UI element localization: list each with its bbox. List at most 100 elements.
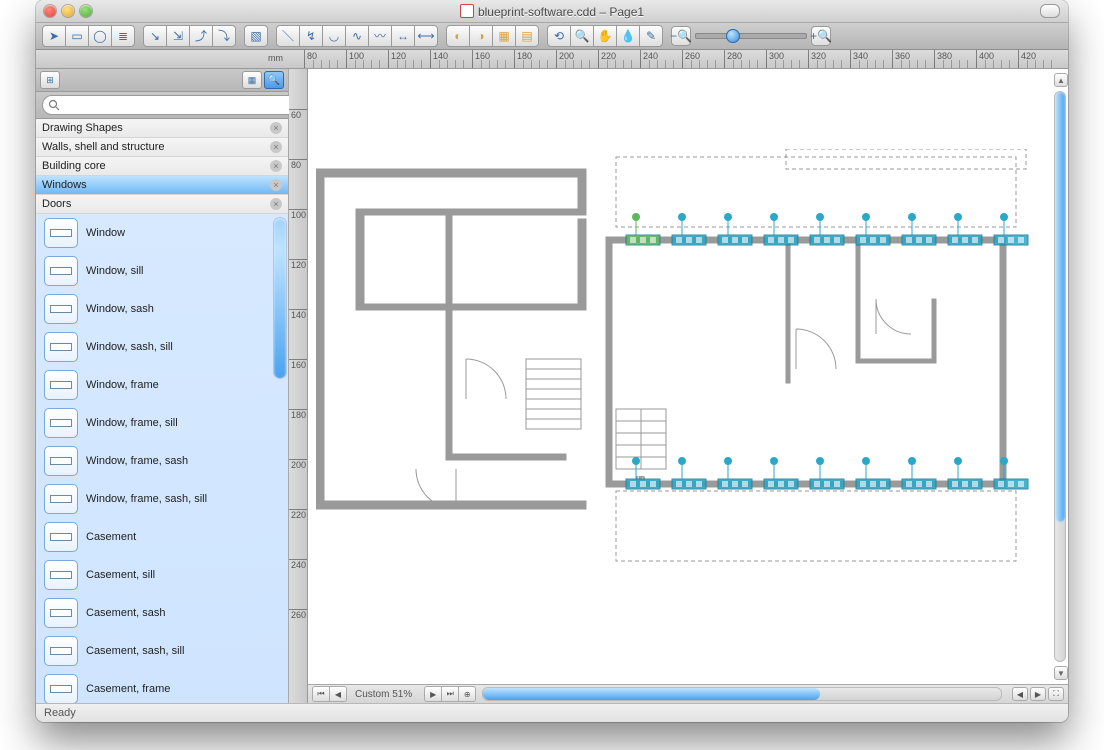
toolbar-toggle-button[interactable] (1040, 4, 1060, 18)
window-shape-icon (44, 636, 78, 666)
add-page-button[interactable]: ⊕ (458, 686, 476, 702)
canvas-hscroll-thumb[interactable] (483, 688, 820, 700)
zoom-level-label[interactable]: Custom 51% (355, 689, 412, 700)
library-search-button[interactable]: 🔍 (264, 71, 284, 89)
rotate-tool-2[interactable]: ◑ (469, 25, 493, 47)
eyedropper-tool[interactable]: 💧 (616, 25, 640, 47)
category-label: Drawing Shapes (42, 122, 123, 134)
library-item[interactable]: Window, sash, sill (36, 328, 288, 366)
library-panel: ⊞ ▦ 🔍 Drawing Shapes×Walls, shell and st… (36, 69, 289, 703)
window-shape-icon (44, 484, 78, 514)
window-title: blueprint-software.cdd – Page1 (36, 4, 1068, 19)
close-window-button[interactable] (44, 5, 56, 17)
connector-tool-1[interactable]: ↘ (143, 25, 167, 47)
library-item-label: Window, frame (86, 379, 280, 391)
drawing-canvas[interactable]: up ▲ ▼ (308, 69, 1068, 684)
canvas-horizontal-scrollbar[interactable] (482, 687, 1002, 701)
category-windows[interactable]: Windows× (36, 176, 288, 195)
library-item[interactable]: Casement (36, 518, 288, 556)
line-tool[interactable]: ＼ (276, 25, 300, 47)
category-close-icon[interactable]: × (270, 198, 282, 210)
ungroup-tool[interactable]: ▤ (515, 25, 539, 47)
scroll-left-button[interactable]: ◀ (1012, 687, 1028, 701)
group-tool[interactable]: ▦ (492, 25, 516, 47)
pan-tool[interactable]: ✋ (593, 25, 617, 47)
canvas-footer: ⏮ ◀ Custom 51% ▶ ⏭ ⊕ ◀ ▶ ⛶ (308, 684, 1068, 703)
scroll-right-button[interactable]: ▶ (1030, 687, 1046, 701)
page-nav: ⏮ ◀ (308, 686, 347, 702)
category-close-icon[interactable]: × (270, 179, 282, 191)
library-categories: Drawing Shapes×Walls, shell and structur… (36, 119, 288, 214)
ellipse-tool[interactable]: ◯ (88, 25, 112, 47)
library-item[interactable]: Casement, frame (36, 670, 288, 703)
library-item[interactable]: Window, sill (36, 252, 288, 290)
library-item[interactable]: Casement, sash (36, 594, 288, 632)
canvas-area: up ▲ ▼ ⏮ ◀ (308, 69, 1068, 703)
library-item-label: Window, frame, sash, sill (86, 493, 280, 505)
zoom-in-button[interactable]: +🔍 (811, 26, 831, 46)
library-item-label: Window, frame, sash (86, 455, 280, 467)
category-close-icon[interactable]: × (270, 122, 282, 134)
curve-tool[interactable]: ∿ (345, 25, 369, 47)
library-item-label: Window, sash (86, 303, 280, 315)
category-doors[interactable]: Doors× (36, 195, 288, 214)
library-item-label: Casement (86, 531, 280, 543)
library-item[interactable]: Window, frame, sill (36, 404, 288, 442)
zoom-slider[interactable]: −🔍 +🔍 (671, 26, 831, 46)
pointer-tool[interactable]: ➤ (42, 25, 66, 47)
first-page-button[interactable]: ⏮ (312, 686, 330, 702)
library-scroll-thumb[interactable] (274, 218, 286, 378)
floor-plan[interactable]: up (316, 149, 1036, 589)
crop-tool[interactable]: ✎ (639, 25, 663, 47)
category-close-icon[interactable]: × (270, 160, 282, 172)
refresh-tool[interactable]: ⟲ (547, 25, 571, 47)
fill-tool[interactable]: ▧ (244, 25, 268, 47)
canvas-vscroll-thumb[interactable] (1055, 92, 1065, 522)
category-close-icon[interactable]: × (270, 141, 282, 153)
zoom-out-button[interactable]: −🔍 (671, 26, 691, 46)
connector-tool-3[interactable]: ⤴ (189, 25, 213, 47)
library-item[interactable]: Window, frame (36, 366, 288, 404)
workspace: ⊞ ▦ 🔍 Drawing Shapes×Walls, shell and st… (36, 69, 1068, 703)
library-item[interactable]: Window, sash (36, 290, 288, 328)
category-building-core[interactable]: Building core× (36, 157, 288, 176)
document-icon (460, 4, 474, 18)
category-drawing-shapes[interactable]: Drawing Shapes × (36, 119, 288, 138)
rectangle-tool[interactable]: ▭ (65, 25, 89, 47)
measure-tool[interactable]: ⟷ (414, 25, 438, 47)
library-tree-view-button[interactable]: ⊞ (40, 71, 60, 89)
fit-page-button[interactable]: ⛶ (1048, 687, 1064, 701)
zoom-window-button[interactable] (80, 5, 92, 17)
window-shape-icon (44, 218, 78, 248)
library-item[interactable]: Casement, sill (36, 556, 288, 594)
freehand-tool[interactable]: 〰 (368, 25, 392, 47)
connector-tool-2[interactable]: ⇲ (166, 25, 190, 47)
zoom-track[interactable] (695, 33, 807, 39)
horizontal-ruler: mm 8010012014016018020022024026028030032… (36, 50, 1068, 69)
scroll-down-button[interactable]: ▼ (1054, 666, 1068, 680)
library-item[interactable]: Window, frame, sash, sill (36, 480, 288, 518)
next-page-button[interactable]: ▶ (424, 686, 442, 702)
prev-page-button[interactable]: ◀ (329, 686, 347, 702)
rotate-tool-1[interactable]: ◐ (446, 25, 470, 47)
arc-tool[interactable]: ◡ (322, 25, 346, 47)
library-grid-view-button[interactable]: ▦ (242, 71, 262, 89)
library-item[interactable]: Window (36, 214, 288, 252)
canvas-vertical-scrollbar[interactable]: ▲ ▼ (1054, 75, 1066, 678)
dimension-tool[interactable]: ↔ (391, 25, 415, 47)
text-tool[interactable]: ≣ (111, 25, 135, 47)
library-search-input[interactable] (42, 95, 312, 115)
library-item[interactable]: Casement, sash, sill (36, 632, 288, 670)
zoom-tool[interactable]: 🔍 (570, 25, 594, 47)
library-search-row (36, 92, 288, 119)
category-walls-shell-and-structure[interactable]: Walls, shell and structure× (36, 138, 288, 157)
zoom-knob[interactable] (726, 29, 740, 43)
polyline-tool[interactable]: ↯ (299, 25, 323, 47)
library-item[interactable]: Window, frame, sash (36, 442, 288, 480)
connector-tool-4[interactable]: ⤵ (212, 25, 236, 47)
scroll-up-button[interactable]: ▲ (1054, 73, 1068, 87)
library-scrollbar[interactable] (274, 218, 286, 699)
minimize-window-button[interactable] (62, 5, 74, 17)
window-shape-icon (44, 256, 78, 286)
last-page-button[interactable]: ⏭ (441, 686, 459, 702)
